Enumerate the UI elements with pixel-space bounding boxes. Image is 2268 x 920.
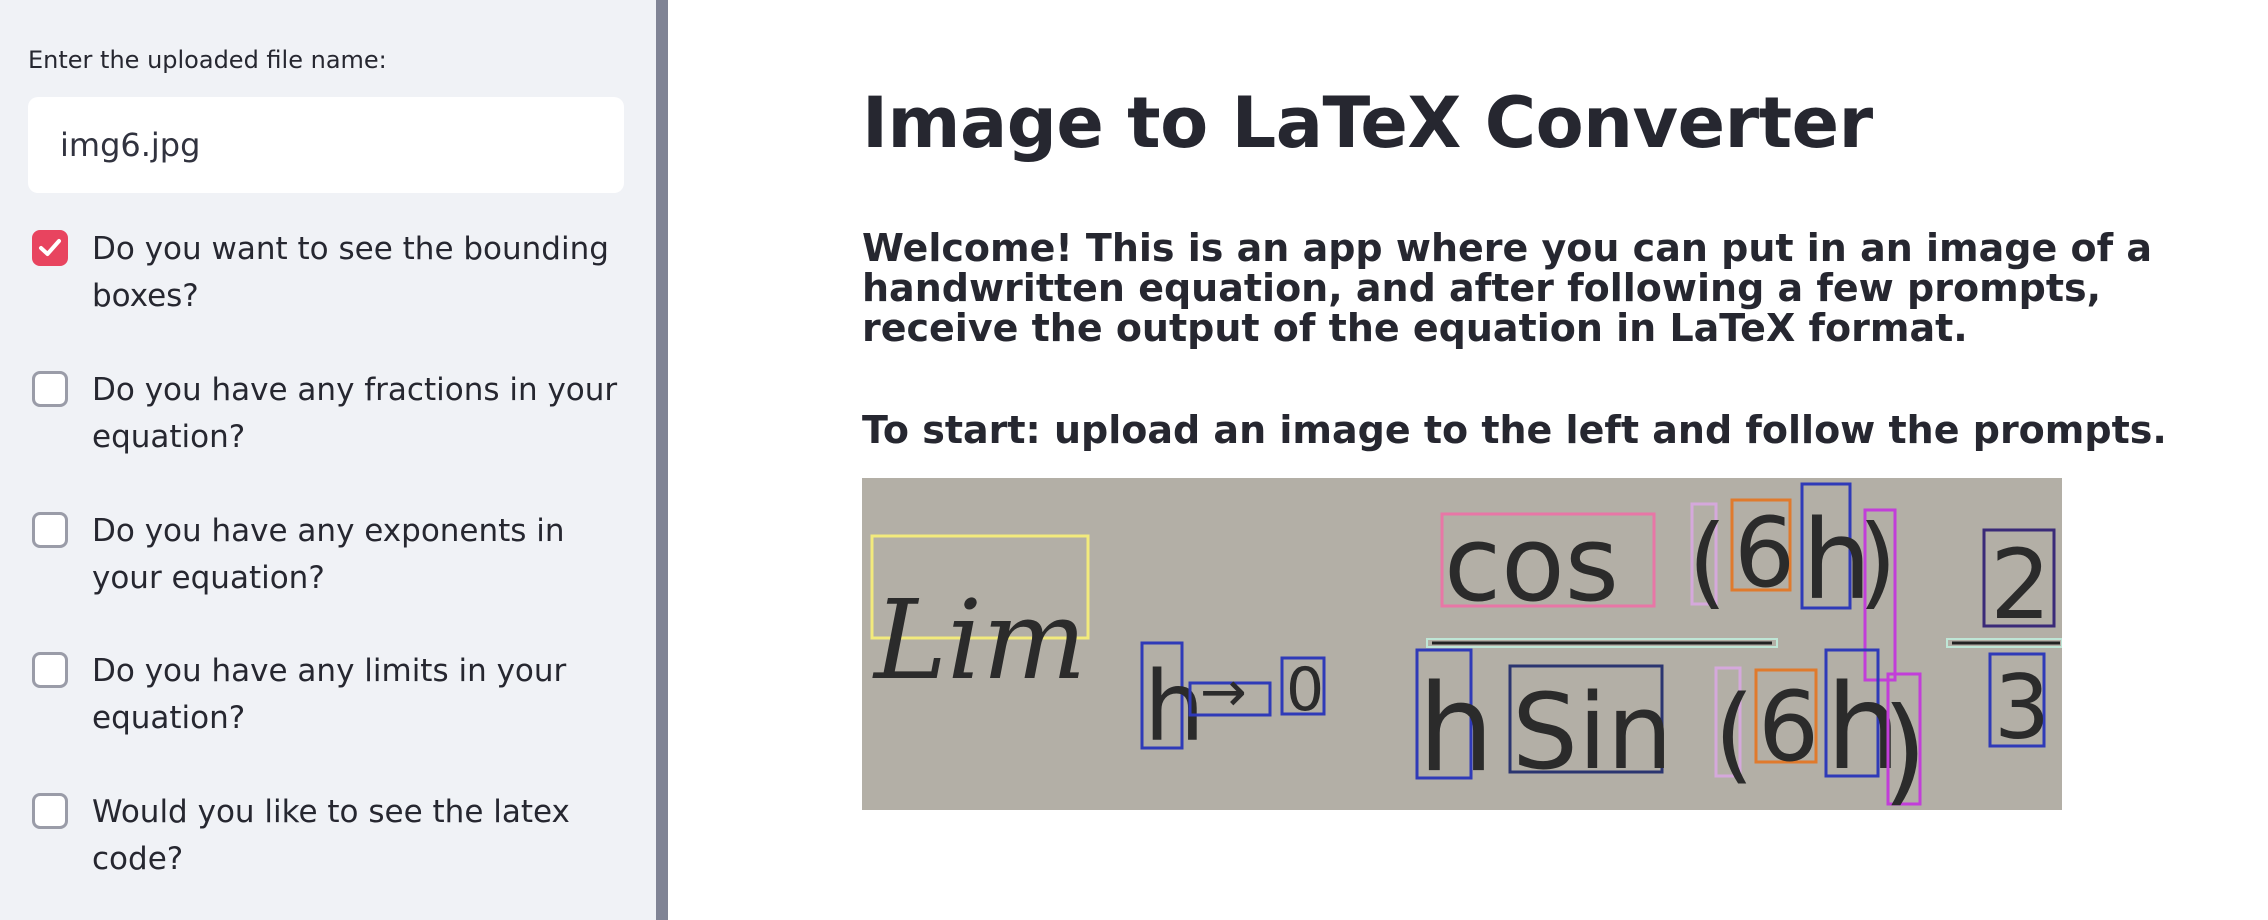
checkbox-exponents[interactable]: Do you have any exponents in your equati… [32,508,632,608]
checkbox-label: Do you have any fractions in your equati… [92,372,618,455]
handwritten-symbol: 0 [1286,655,1324,725]
checkbox-bounding-boxes[interactable]: Do you want to see the bounding boxes? [32,226,632,326]
handwritten-symbol: ) [1882,683,1927,810]
file-name-label: Enter the uploaded file name: [28,46,387,74]
handwritten-symbol: → [1200,660,1247,725]
checkbox-limits[interactable]: Do you have any limits in your equation? [32,648,632,748]
handwritten-symbol: 3 [1994,656,2050,759]
checkbox-unchecked-icon[interactable] [32,652,68,688]
checkbox-latex-code[interactable]: Would you like to see the latex code? [32,789,632,889]
checkbox-checked-icon[interactable] [32,230,68,266]
handwritten-symbol: Lim [872,576,1087,704]
handwritten-symbol: ( [1714,673,1755,795]
handwritten-symbol: ) [1858,503,1897,620]
checkbox-label: Do you want to see the bounding boxes? [92,231,609,314]
equation-image: Lim h → 0 cos ( 6 h ) 2 h Sin ( 6 h ) 3 [862,478,2063,818]
checkbox-label: Would you like to see the latex code? [92,794,570,877]
checkbox-fractions[interactable]: Do you have any fractions in your equati… [32,367,632,467]
checkbox-label: Do you have any limits in your equation? [92,653,567,736]
checkbox-unchecked-icon[interactable] [32,371,68,407]
checkbox-unchecked-icon[interactable] [32,512,68,548]
instruction-text: To start: upload an image to the left an… [862,408,2167,452]
file-name-input[interactable]: img6.jpg [28,97,624,193]
checkbox-label: Do you have any exponents in your equati… [92,513,565,596]
handwritten-symbol: Sin [1512,671,1673,793]
handwritten-symbol: h [1418,660,1494,799]
welcome-text: Welcome! This is an app where you can pu… [862,226,2152,350]
sidebar: Enter the uploaded file name: img6.jpg D… [0,0,656,920]
page-title: Image to LaTeX Converter [862,82,1873,164]
handwritten-symbol: h [1144,651,1205,763]
handwritten-symbol: 2 [1990,529,2051,641]
handwritten-symbol: cos [1444,503,1619,625]
handwritten-symbol: ( [1688,503,1727,620]
sidebar-resize-handle[interactable] [656,0,668,920]
handwritten-symbol: 6 [1734,497,1795,609]
equation-drawing: Lim h → 0 cos ( 6 h ) 2 h Sin ( 6 h ) 3 [870,482,2063,818]
checkbox-unchecked-icon[interactable] [32,793,68,829]
handwritten-symbol: 6 [1758,671,1819,783]
